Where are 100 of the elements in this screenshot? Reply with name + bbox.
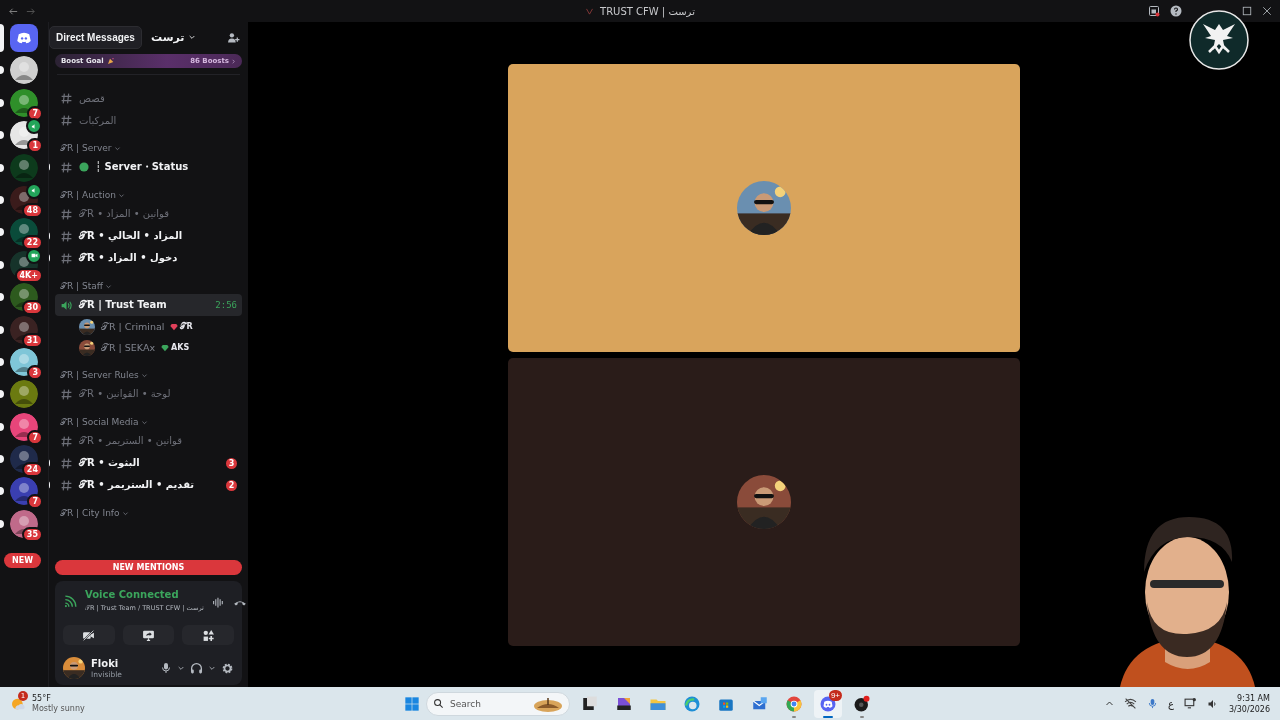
category-label[interactable]: 𝒯R | Server [60, 142, 112, 154]
mention-count: 2 [226, 479, 237, 491]
server-icon[interactable] [10, 509, 38, 538]
channel-name[interactable]: قصص [79, 92, 105, 104]
channel-name[interactable]: المركبات [79, 114, 117, 126]
recorder-icon [853, 694, 871, 713]
edge-icon [683, 694, 701, 713]
category-label[interactable]: 𝒯R | Auction [60, 189, 117, 201]
display-icon[interactable] [1183, 697, 1197, 710]
member-tag: 𝒯R [180, 321, 193, 332]
noise-suppression-icon[interactable] [211, 595, 225, 609]
category-label[interactable]: 𝒯R | Social Media [60, 416, 139, 428]
channel-name[interactable]: 𝒯R • قوانين • الستريمر [79, 435, 182, 447]
start-icon[interactable] [404, 695, 420, 712]
server-icon[interactable] [10, 88, 38, 117]
server-icon[interactable] [10, 347, 38, 376]
inbox-icon[interactable] [1148, 5, 1160, 17]
signal-icon [63, 595, 77, 609]
microphone-icon[interactable] [160, 662, 172, 674]
hash-icon [60, 434, 73, 448]
close-icon[interactable] [1262, 6, 1272, 16]
channel-name[interactable]: 𝒯R • البثوث [79, 457, 140, 469]
member-tag: AKS [171, 343, 190, 352]
voice-status: Voice Connected [85, 589, 180, 600]
server-icon[interactable] [10, 477, 38, 506]
tooltip: Direct Messages [49, 26, 142, 49]
user-name: Floki [91, 657, 120, 669]
taskview-icon [581, 694, 599, 713]
chevron-icon [188, 33, 197, 41]
hash-icon [60, 160, 73, 174]
chevron-up-icon[interactable] [1105, 699, 1114, 708]
new-mentions-bar[interactable]: NEW MENTIONS [55, 560, 242, 575]
voice-channel[interactable]: 𝒯R | Trust Team 2:56 [55, 294, 242, 316]
video-tile[interactable] [508, 358, 1020, 646]
notification-badge: 1 [27, 138, 43, 154]
screen-share-icon [142, 628, 155, 642]
server-icon[interactable] [10, 380, 38, 409]
speaker-icon [30, 187, 38, 195]
help-icon[interactable] [1170, 5, 1182, 17]
discord-app-button[interactable]: 9+ [814, 689, 842, 718]
member-name[interactable]: 𝒯R | Criminal [101, 320, 165, 333]
channel-name[interactable]: 𝒯R • لوحة • القوانين [79, 388, 171, 400]
hash-icon [60, 91, 73, 105]
camera-icon [30, 252, 38, 260]
activities-icon [201, 628, 215, 642]
chevron-icon[interactable] [208, 664, 216, 672]
search-bar[interactable]: Search [426, 691, 570, 716]
server-icon[interactable] [10, 56, 38, 85]
headphones-icon[interactable] [190, 661, 203, 675]
activities-button[interactable] [182, 625, 234, 645]
server-icon[interactable] [10, 412, 38, 441]
category-label[interactable]: 𝒯R | Server Rules [60, 369, 139, 381]
search-field[interactable]: Search [450, 698, 520, 709]
party-icon [106, 57, 115, 65]
channel-name[interactable]: 𝒯R • المزاد • الحالي [79, 230, 183, 242]
hash-icon [60, 456, 73, 470]
call-duration: 2:56 [215, 300, 237, 310]
camera-off-icon [82, 628, 96, 642]
notification-badge: 30 [21, 300, 43, 316]
camera-off-button[interactable] [63, 625, 115, 645]
add-friend-icon[interactable] [227, 30, 240, 44]
server-icon[interactable] [10, 315, 38, 344]
server-name[interactable]: ترست [151, 30, 185, 44]
clock-time[interactable]: 9:31 AM [1237, 692, 1270, 704]
clock-date[interactable]: 3/30/2026 [1228, 703, 1270, 715]
category-label[interactable]: 𝒯R | Staff [60, 280, 103, 292]
hash-icon [60, 113, 73, 127]
member-name[interactable]: 𝒯R | SEKAx [101, 341, 156, 354]
speaker-icon [60, 298, 73, 312]
weather-condition: Mostly sunny [32, 704, 86, 713]
notification-badge: 7 [27, 494, 43, 510]
category-label[interactable]: 𝒯R | City Info [60, 507, 120, 519]
chevron-right-icon [231, 58, 236, 64]
search-highlight-icon [533, 695, 563, 712]
settings-icon[interactable] [221, 661, 234, 675]
notification-badge: 24 [21, 462, 43, 478]
chrome-icon [785, 694, 803, 713]
hash-icon [60, 207, 73, 221]
search-icon [433, 698, 444, 709]
notification-badge: 9+ [828, 689, 842, 701]
direct-messages-button[interactable] [10, 24, 38, 52]
channel-name[interactable]: ┆ Server・Status [95, 160, 189, 174]
channel-name[interactable]: 𝒯R • قوانين • المزاد [79, 208, 169, 220]
screen-share-button[interactable] [122, 625, 175, 645]
window-title: TRUST CFW | ترست [600, 5, 695, 17]
video-tile[interactable] [508, 64, 1020, 352]
hash-icon [60, 251, 73, 265]
network-off-icon[interactable] [1124, 697, 1137, 710]
channel-name[interactable]: 𝒯R • دخول • المزاد [79, 252, 178, 264]
input-language[interactable]: ع [1168, 698, 1174, 709]
server-chevron-icon [585, 6, 595, 16]
hash-icon [60, 387, 73, 401]
hash-icon [60, 478, 73, 492]
new-badge[interactable]: NEW [4, 553, 41, 568]
chevron-icon[interactable] [177, 664, 185, 672]
mention-count: 3 [226, 457, 237, 469]
channel-name: 𝒯R | Trust Team [79, 299, 167, 311]
maximize-icon[interactable] [1242, 6, 1252, 16]
hash-icon [60, 229, 73, 243]
channel-name[interactable]: 𝒯R • تقديم • الستريمر [79, 479, 195, 491]
